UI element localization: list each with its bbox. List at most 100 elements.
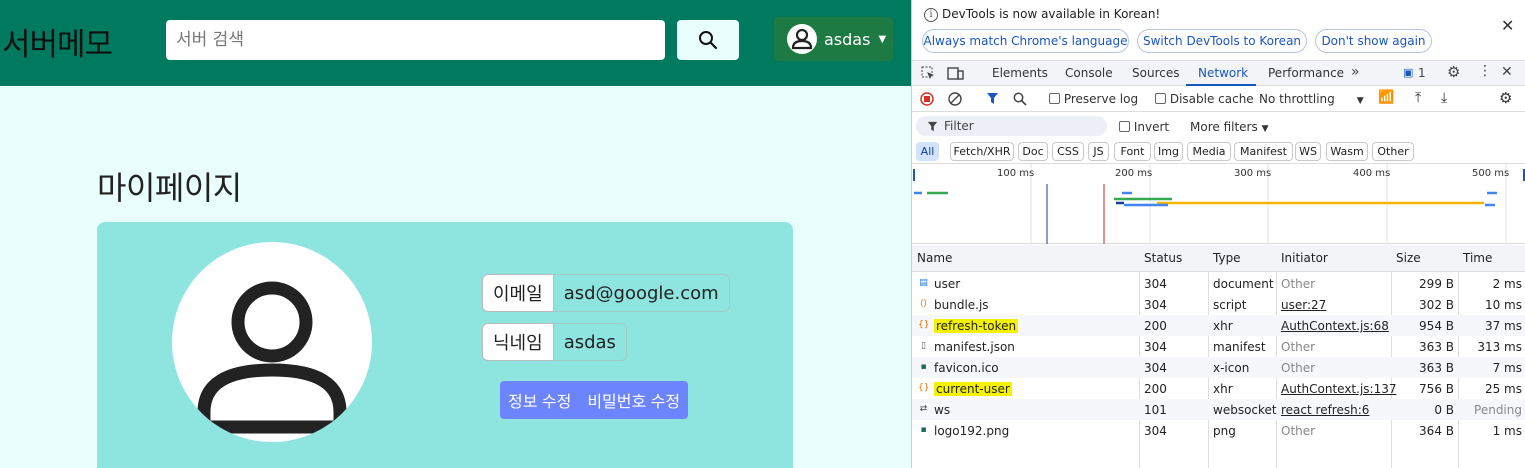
tab-console[interactable]: Console	[1065, 66, 1113, 80]
type-filter-js[interactable]: JS	[1088, 142, 1109, 161]
search-button[interactable]	[677, 20, 739, 60]
request-name-text: refresh-token	[934, 319, 1019, 333]
more-filters-button[interactable]: More filters ▼	[1190, 120, 1268, 134]
request-size: 756 B	[1419, 382, 1454, 396]
table-row[interactable]: {} current-user 200 xhr AuthContext.js:137 75…	[912, 378, 1525, 399]
preserve-log-label: Preserve log	[1063, 92, 1139, 106]
table-row[interactable]: ▤ user 304 document Other 299 B 2 ms	[912, 273, 1525, 294]
request-type: websocket	[1213, 403, 1277, 417]
search-icon[interactable]	[1013, 92, 1027, 106]
import-har-icon[interactable]: ⤒	[1415, 90, 1421, 106]
close-devtools-icon[interactable]: ✕	[1501, 64, 1513, 80]
table-row[interactable]: {} refresh-token 200 xhr AuthContext.js:68 95…	[912, 315, 1525, 336]
match-language-button[interactable]: Always match Chrome's language	[922, 29, 1129, 53]
request-name[interactable]: manifest.json	[934, 340, 1015, 354]
user-menu-button[interactable]: asdas ▼	[774, 17, 893, 61]
request-name[interactable]: current-user	[934, 382, 1012, 396]
table-row[interactable]: ⇄ ws 101 websocket react refresh:6 0 B Pending	[912, 399, 1525, 420]
column-header-status[interactable]: Status	[1144, 251, 1182, 265]
close-icon[interactable]: ✕	[1501, 16, 1514, 35]
record-icon[interactable]	[920, 92, 934, 106]
type-filter-manifest[interactable]: Manifest	[1234, 142, 1293, 161]
type-filter-wasm[interactable]: Wasm	[1326, 142, 1368, 161]
xhr-icon: {}	[918, 320, 930, 330]
column-header-type[interactable]: Type	[1213, 251, 1241, 265]
request-initiator[interactable]: react refresh:6	[1281, 403, 1369, 417]
disable-cache-checkbox[interactable]: Disable cache	[1155, 92, 1254, 106]
request-name[interactable]: favicon.ico	[934, 361, 999, 375]
invert-checkbox[interactable]: Invert	[1119, 120, 1169, 134]
request-name[interactable]: bundle.js	[934, 298, 989, 312]
table-row[interactable]: ▪ favicon.ico 304 x-icon Other 363 B 7 ms	[912, 357, 1525, 378]
type-filter-fetch-xhr[interactable]: Fetch/XHR	[950, 142, 1014, 161]
tab-sources[interactable]: Sources	[1132, 66, 1179, 80]
timeline-tick: 100 ms	[997, 168, 1035, 179]
column-header-name[interactable]: Name	[917, 251, 952, 265]
request-name[interactable]: refresh-token	[934, 319, 1019, 333]
request-name[interactable]: logo192.png	[934, 424, 1009, 438]
filter-input[interactable]: Filter	[916, 116, 1107, 136]
network-conditions-icon[interactable]: 📶	[1378, 90, 1394, 105]
request-name[interactable]: user	[934, 277, 960, 291]
request-type: document	[1213, 277, 1274, 291]
filter-row: Filter Invert More filters ▼	[912, 113, 1525, 140]
request-initiator[interactable]: AuthContext.js:137	[1281, 382, 1396, 396]
type-filter-font[interactable]: Font	[1114, 142, 1151, 161]
checkbox-icon	[1049, 93, 1060, 104]
request-size: 363 B	[1419, 361, 1454, 375]
column-header-time[interactable]: Time	[1463, 251, 1492, 265]
user-icon	[197, 281, 347, 434]
messages-icon[interactable]: ▣	[1403, 66, 1413, 79]
table-row[interactable]: ▪ logo192.png 304 png Other 364 B 1 ms	[912, 420, 1525, 441]
network-settings-icon[interactable]: ⚙	[1499, 89, 1512, 107]
dont-show-again-button[interactable]: Don't show again	[1315, 29, 1432, 53]
email-field-group: 이메일 asd@google.com	[482, 274, 730, 312]
profile-actions: 정보 수정 비밀번호 수정	[500, 381, 689, 419]
request-initiator: Other	[1281, 424, 1316, 438]
request-initiator[interactable]: AuthContext.js:68	[1281, 319, 1389, 333]
request-initiator[interactable]: user:27	[1281, 298, 1326, 312]
brand-logo[interactable]: 서버메모	[2, 19, 113, 64]
device-toolbar-icon[interactable]	[947, 66, 964, 81]
request-status: 304	[1144, 340, 1167, 354]
edit-info-button[interactable]: 정보 수정	[500, 381, 580, 419]
column-header-size[interactable]: Size	[1396, 251, 1421, 265]
request-size: 0 B	[1434, 403, 1454, 417]
infobar-text: DevTools is now available in Korean!	[942, 7, 1161, 21]
type-filter-img[interactable]: Img	[1154, 142, 1183, 161]
request-initiator: Other	[1281, 277, 1316, 291]
type-filter-ws[interactable]: WS	[1295, 142, 1321, 161]
type-filter-media[interactable]: Media	[1187, 142, 1231, 161]
request-name[interactable]: ws	[934, 403, 950, 417]
table-row[interactable]: ▯ manifest.json 304 manifest Other 363 B 313 m…	[912, 336, 1525, 357]
clear-icon[interactable]	[948, 92, 962, 106]
network-timeline[interactable]: 100 ms 200 ms 300 ms 400 ms 500 ms	[912, 164, 1525, 244]
export-har-icon[interactable]: ⤓	[1441, 90, 1447, 106]
web-app: 서버메모 asdas ▼ 마이페이지 이메일	[0, 0, 911, 468]
table-header: Name Status Type Initiator Size Time	[912, 245, 1525, 272]
filter-icon[interactable]	[986, 92, 999, 105]
user-name: asdas	[824, 29, 871, 49]
navbar: 서버메모 asdas ▼	[0, 0, 911, 86]
throttling-select[interactable]: No throttling ▼	[1259, 92, 1364, 106]
more-options-icon[interactable]: ⋮	[1478, 63, 1492, 79]
more-tabs-icon[interactable]: »	[1351, 64, 1360, 80]
search-input[interactable]	[166, 20, 665, 60]
change-password-button[interactable]: 비밀번호 수정	[579, 381, 689, 419]
inspect-icon[interactable]	[921, 66, 936, 81]
tab-elements[interactable]: Elements	[992, 66, 1048, 80]
switch-korean-button[interactable]: Switch DevTools to Korean	[1137, 29, 1307, 53]
request-time: 2 ms	[1492, 277, 1522, 291]
column-header-initiator[interactable]: Initiator	[1281, 251, 1328, 265]
request-time: Pending	[1474, 403, 1522, 417]
request-name-text: ws	[934, 403, 951, 417]
settings-icon[interactable]: ⚙	[1447, 63, 1460, 81]
type-filter-css[interactable]: CSS	[1052, 142, 1084, 161]
tab-network[interactable]: Network	[1198, 66, 1248, 80]
preserve-log-checkbox[interactable]: Preserve log	[1049, 92, 1138, 106]
type-filter-other[interactable]: Other	[1372, 142, 1414, 161]
table-row[interactable]: ⟨⟩ bundle.js 304 script user:27 302 B 10 ms	[912, 294, 1525, 315]
type-filter-all[interactable]: All	[916, 142, 939, 161]
type-filter-doc[interactable]: Doc	[1018, 142, 1048, 161]
tab-performance[interactable]: Performance	[1268, 66, 1344, 80]
